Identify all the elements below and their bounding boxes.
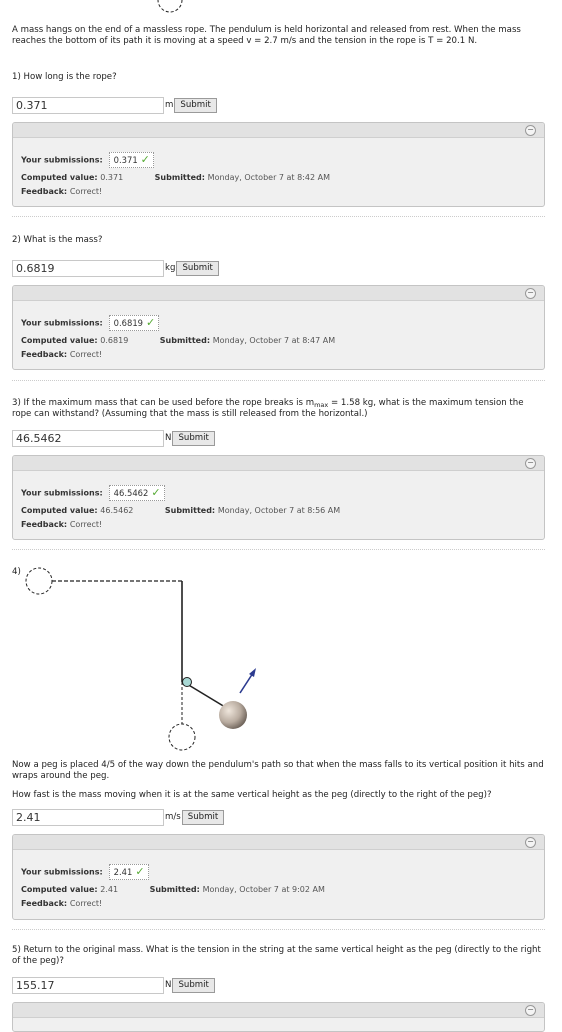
check-icon: ✓ bbox=[135, 865, 145, 878]
q2-submission-value[interactable]: 0.6819 ✓ bbox=[108, 315, 160, 331]
q3-feedback: Correct! bbox=[69, 520, 103, 529]
q3-computed-value: 46.5462 bbox=[100, 506, 134, 515]
q1-submitted-time: Monday, October 7 at 8:42 AM bbox=[207, 173, 330, 182]
feedback-label: Feedback: bbox=[21, 520, 68, 529]
velocity-arrow bbox=[239, 672, 254, 694]
q4-computed-value: 2.41 bbox=[100, 885, 119, 894]
q3-box-header: − bbox=[13, 456, 544, 471]
intro-text: A mass hangs on the end of a massless ro… bbox=[12, 25, 521, 46]
q4-submit-button[interactable]: Submit bbox=[181, 810, 225, 825]
q1-computed-value: 0.371 bbox=[100, 173, 124, 182]
q4-text: How fast is the mass moving when it is a… bbox=[12, 790, 492, 800]
q4-submission-value[interactable]: 2.41 ✓ bbox=[108, 864, 149, 880]
separator bbox=[12, 216, 545, 217]
q2-answer-row: kg Submit bbox=[12, 260, 219, 277]
q1-text: 1) How long is the rope? bbox=[12, 72, 117, 82]
separator bbox=[12, 380, 545, 381]
q4-unit: m/s bbox=[165, 812, 181, 822]
q5-text: 5) Return to the original mass. What is … bbox=[12, 945, 541, 966]
pendulum-peg-diagram bbox=[25, 567, 256, 751]
mass-ball bbox=[219, 701, 247, 729]
separator bbox=[12, 929, 545, 930]
check-icon: ✓ bbox=[140, 153, 150, 166]
q1-answer-input[interactable] bbox=[12, 97, 164, 114]
submitted-label: Submitted: bbox=[149, 885, 200, 894]
q5-unit: N bbox=[165, 980, 172, 990]
q4-answer-row: m/s Submit bbox=[12, 809, 225, 826]
your-submissions-label: Your submissions: bbox=[21, 867, 103, 877]
q1-submission-value[interactable]: 0.371 ✓ bbox=[108, 152, 154, 168]
q1-answer-row: m Submit bbox=[12, 97, 217, 114]
q2-answer-input[interactable] bbox=[12, 260, 164, 277]
q3-answer-input[interactable] bbox=[12, 430, 164, 447]
collapse-icon[interactable]: − bbox=[525, 1005, 536, 1016]
rope-wrapped bbox=[186, 683, 226, 708]
collapse-icon[interactable]: − bbox=[525, 288, 536, 299]
q1-submission-box: − Your submissions: 0.371 ✓ Computed value… bbox=[12, 122, 545, 207]
q3-submitted-time: Monday, October 7 at 8:56 AM bbox=[217, 506, 341, 515]
q5-submission-box: − bbox=[12, 1002, 545, 1032]
q2-submitted-time: Monday, October 7 at 8:47 AM bbox=[212, 336, 336, 345]
bottom-position-circle bbox=[168, 723, 196, 751]
q4-feedback: Correct! bbox=[69, 899, 103, 908]
q2-submit-button[interactable]: Submit bbox=[176, 261, 219, 276]
q2-feedback: Correct! bbox=[69, 350, 103, 359]
q2-text: 2) What is the mass? bbox=[12, 235, 103, 245]
q2-box-header: − bbox=[13, 286, 544, 301]
computed-value-label: Computed value: bbox=[21, 885, 98, 894]
q3-submission-box: − Your submissions: 46.5462 ✓ Computed val… bbox=[12, 455, 545, 540]
your-submissions-label: Your submissions: bbox=[21, 488, 103, 498]
q4-submitted-time: Monday, October 7 at 9:02 AM bbox=[202, 885, 325, 894]
feedback-label: Feedback: bbox=[21, 187, 68, 196]
collapse-icon[interactable]: − bbox=[525, 125, 536, 136]
separator bbox=[12, 549, 545, 550]
q1-submit-button[interactable]: Submit bbox=[174, 98, 217, 113]
velocity-arrow-head bbox=[249, 668, 256, 677]
top-dashed-circle bbox=[157, 0, 183, 13]
q2-computed-value: 0.6819 bbox=[100, 336, 129, 345]
q3-submit-button[interactable]: Submit bbox=[172, 431, 215, 446]
q5-answer-row: N Submit bbox=[12, 977, 215, 994]
q4-box-header: − bbox=[13, 835, 544, 850]
submitted-label: Submitted: bbox=[164, 506, 216, 515]
feedback-label: Feedback: bbox=[21, 899, 68, 908]
q2-unit: kg bbox=[165, 263, 176, 273]
q2-submission-box: − Your submissions: 0.6819 ✓ Computed valu… bbox=[12, 285, 545, 370]
q4-answer-input[interactable] bbox=[12, 809, 164, 826]
submitted-label: Submitted: bbox=[159, 336, 211, 345]
computed-value-label: Computed value: bbox=[21, 336, 98, 345]
q4-submission-box: − Your submissions: 2.41 ✓ Computed value:… bbox=[12, 834, 545, 920]
check-icon: ✓ bbox=[145, 316, 156, 329]
q5-box-header: − bbox=[13, 1003, 544, 1018]
computed-value-label: Computed value: bbox=[21, 173, 98, 182]
q1-unit: m bbox=[165, 100, 174, 110]
q1-feedback: Correct! bbox=[69, 187, 103, 196]
computed-value-label: Computed value: bbox=[21, 506, 98, 515]
q3-unit: N bbox=[165, 433, 172, 443]
feedback-label: Feedback: bbox=[21, 350, 68, 359]
your-submissions-label: Your submissions: bbox=[21, 318, 103, 328]
your-submissions-label: Your submissions: bbox=[21, 155, 103, 165]
start-position-circle bbox=[25, 567, 53, 595]
q3-submission-value[interactable]: 46.5462 ✓ bbox=[108, 485, 165, 501]
submitted-label: Submitted: bbox=[154, 173, 205, 182]
q5-submit-button[interactable]: Submit bbox=[172, 978, 215, 993]
q5-answer-input[interactable] bbox=[12, 977, 164, 994]
q4-description: Now a peg is placed 4/5 of the way down … bbox=[12, 760, 544, 781]
q3-text: 3) If the maximum mass that can be used … bbox=[12, 398, 524, 419]
peg-icon bbox=[182, 677, 192, 687]
collapse-icon[interactable]: − bbox=[525, 837, 536, 848]
collapse-icon[interactable]: − bbox=[525, 458, 536, 469]
check-icon: ✓ bbox=[151, 486, 161, 499]
q3-answer-row: N Submit bbox=[12, 430, 215, 447]
q1-box-header: − bbox=[13, 123, 544, 138]
